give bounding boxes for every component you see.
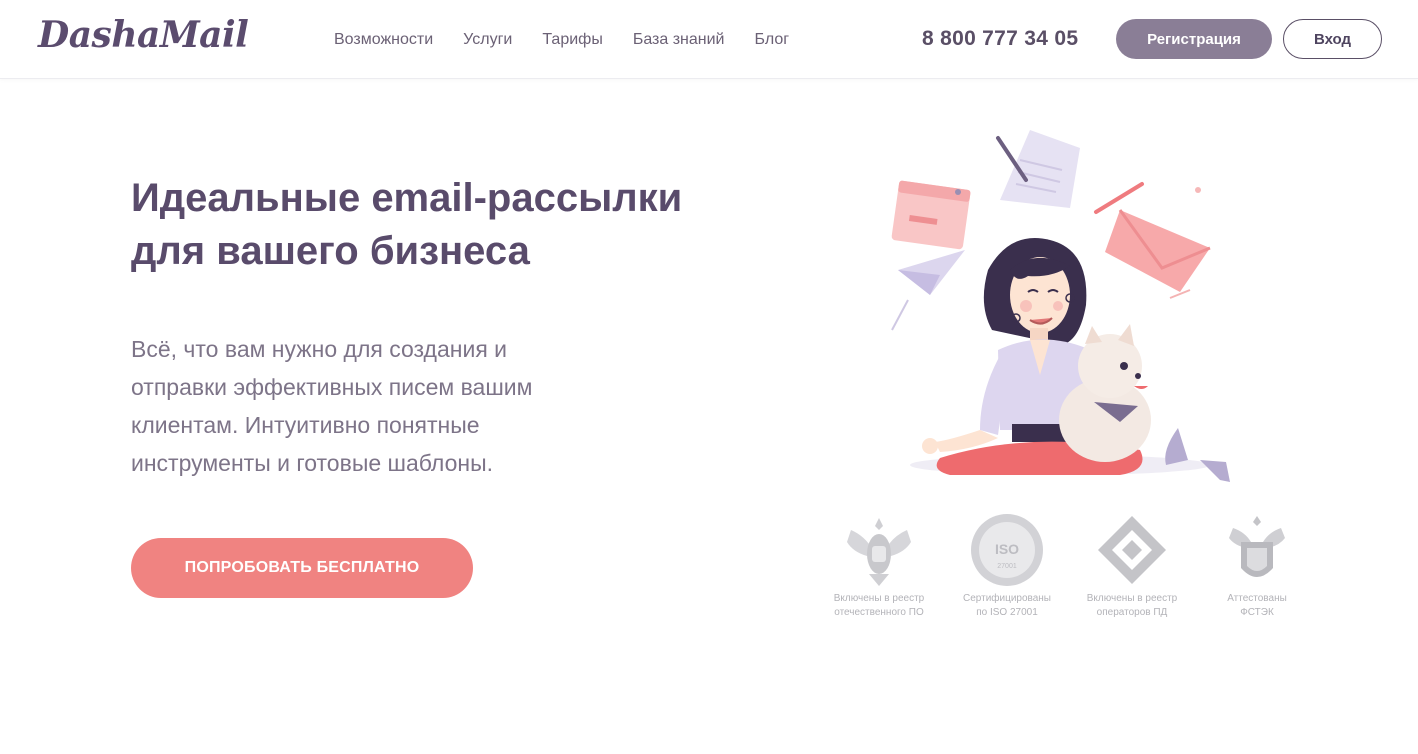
fstek-emblem-icon <box>1229 516 1285 577</box>
nav-item-pricing[interactable]: Тарифы <box>542 30 602 50</box>
main-nav: Возможности Услуги Тарифы База знаний Бл… <box>334 30 819 50</box>
certificate-iso[interactable]: ISO 27001 Сертифицированы по ISO 27001 <box>948 512 1066 619</box>
hero-subtitle-line-4: инструменты и готовые шаблоны. <box>131 450 494 476</box>
registry-diamond-icon <box>1098 516 1166 584</box>
certificate-label-line-2: операторов ПД <box>1096 607 1168 618</box>
certificates-row: Включены в реестр отечественного ПО ISO … <box>820 512 1300 622</box>
certificate-label-line-1: Включены в реестр <box>833 593 925 604</box>
envelope-icon <box>1105 209 1211 292</box>
hero-subtitle-line-1: Всё, что вам нужно для создания и <box>131 336 508 362</box>
logo[interactable]: DashaMail <box>38 14 249 56</box>
dot <box>955 189 961 195</box>
certificate-pd-operators[interactable]: Включены в реестр операторов ПД <box>1073 512 1191 619</box>
pencil-icon <box>1094 182 1144 214</box>
try-free-button[interactable]: ПОПРОБОВАТЬ БЕСПЛАТНО <box>131 538 473 598</box>
certificate-label-line-2: по ISO 27001 <box>976 607 1038 618</box>
high-heels-icon <box>1165 428 1230 482</box>
dot <box>1195 187 1201 193</box>
russian-coat-of-arms-icon <box>847 518 911 586</box>
login-button[interactable]: Вход <box>1283 19 1382 59</box>
phone-number[interactable]: 8 800 777 34 05 <box>922 27 1078 51</box>
nav-item-features[interactable]: Возможности <box>334 30 433 50</box>
nav-item-knowledge-base[interactable]: База знаний <box>633 30 725 50</box>
certificate-fstek[interactable]: Аттестованы ФСТЭК <box>1198 512 1316 619</box>
document-pen-icon <box>996 130 1080 208</box>
nav-item-blog[interactable]: Блог <box>755 30 790 50</box>
hero-title: Идеальные email-рассылки для вашего бизн… <box>131 172 751 278</box>
hero-title-line-1: Идеальные email-рассылки <box>131 176 683 220</box>
iso-seal-icon: ISO 27001 <box>971 514 1043 586</box>
register-button[interactable]: Регистрация <box>1116 19 1272 59</box>
iso-seal-code: 27001 <box>997 563 1017 570</box>
site-header: DashaMail Возможности Услуги Тарифы База… <box>0 0 1418 79</box>
hero-subtitle-line-2: отправки эффективных писем вашим <box>131 374 533 400</box>
iso-seal-text: ISO <box>995 541 1019 557</box>
certificate-software-registry[interactable]: Включены в реестр отечественного ПО <box>820 512 938 619</box>
motion-line <box>891 299 909 331</box>
hero-illustration <box>891 130 1230 482</box>
certificate-label-line-1: Аттестованы <box>1227 593 1287 604</box>
nav-item-services[interactable]: Услуги <box>463 30 512 50</box>
certificate-label-line-2: отечественного ПО <box>834 607 924 618</box>
paper-plane-icon <box>898 250 965 295</box>
hero-title-line-2: для вашего бизнеса <box>131 229 530 273</box>
certificate-label-line-2: ФСТЭК <box>1240 607 1274 618</box>
certificate-label-line-1: Сертифицированы <box>962 593 1051 604</box>
hero-subtitle-line-3: клиентам. Интуитивно понятные <box>131 412 480 438</box>
certificate-label-line-1: Включены в реестр <box>1086 593 1178 604</box>
hero-subtitle: Всё, что вам нужно для создания и отправ… <box>131 330 591 482</box>
